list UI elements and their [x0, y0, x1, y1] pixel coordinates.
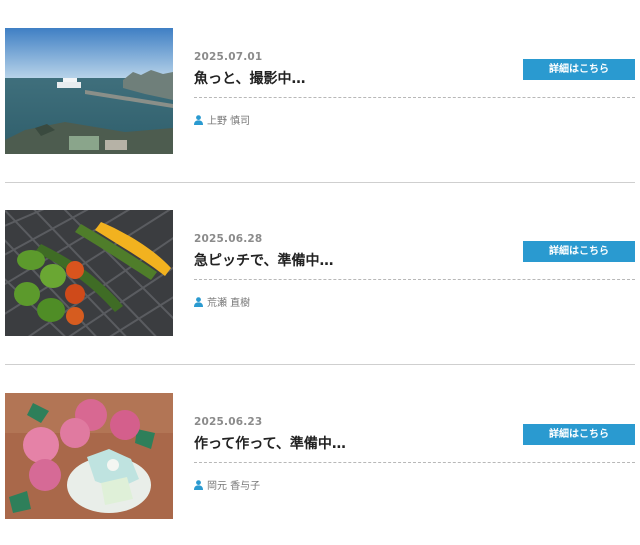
author-name: 上野 慎司 [207, 116, 251, 127]
post-title[interactable]: 魚っと、撮影中… [194, 68, 305, 88]
details-button[interactable]: 詳細はこちら [523, 424, 635, 445]
post-thumbnail[interactable] [5, 210, 173, 336]
post-author: 岡元 香与子 [194, 477, 260, 492]
user-icon [194, 479, 203, 490]
post-title[interactable]: 急ピッチで、準備中… [194, 250, 333, 270]
post-date: 2025.07.01 [194, 51, 263, 63]
details-button[interactable]: 詳細はこちら [523, 59, 635, 80]
post-thumbnail[interactable] [5, 393, 173, 519]
post-author: 上野 慎司 [194, 112, 250, 127]
dashed-divider [194, 97, 635, 98]
author-name: 荒瀬 直樹 [207, 298, 251, 309]
post-title[interactable]: 作って作って、準備中… [194, 433, 346, 453]
user-icon [194, 296, 203, 307]
author-name: 岡元 香与子 [207, 481, 261, 492]
user-icon [194, 114, 203, 125]
post-separator [5, 364, 635, 365]
post-separator [5, 182, 635, 183]
post-date: 2025.06.23 [194, 416, 263, 428]
details-button[interactable]: 詳細はこちら [523, 241, 635, 262]
post-thumbnail[interactable] [5, 28, 173, 154]
post-date: 2025.06.28 [194, 233, 263, 245]
post-author: 荒瀬 直樹 [194, 294, 250, 309]
dashed-divider [194, 279, 635, 280]
dashed-divider [194, 462, 635, 463]
